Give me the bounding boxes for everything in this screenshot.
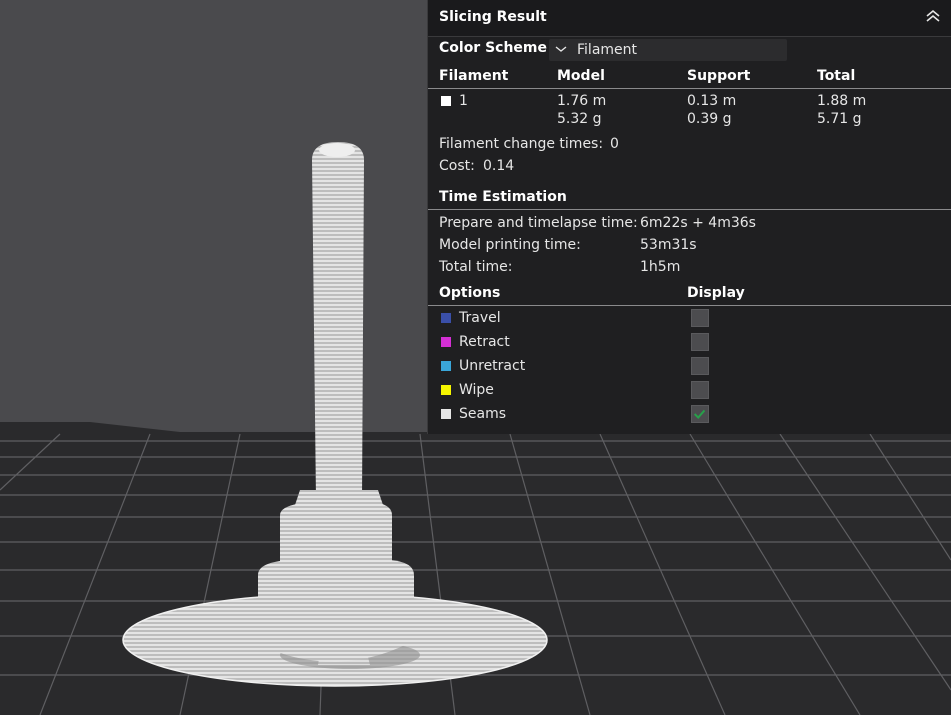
option-retract-label: Retract: [459, 334, 510, 350]
col-header-support: Support: [687, 68, 751, 84]
model-weight: 5.32 g: [557, 111, 602, 127]
total-weight: 5.71 g: [817, 111, 862, 127]
time-estimation-header: Time Estimation: [439, 189, 567, 205]
check-icon: [693, 409, 706, 419]
display-header: Display: [687, 285, 745, 301]
panel-header: Slicing Result: [428, 0, 951, 37]
support-weight: 0.39 g: [687, 111, 732, 127]
col-header-filament: Filament: [439, 68, 509, 84]
support-length: 0.13 m: [687, 93, 737, 109]
total-time-value: 1h5m: [640, 259, 681, 275]
prepare-time-value: 6m22s + 4m36s: [640, 215, 756, 231]
seams-checkbox[interactable]: [691, 405, 709, 423]
divider: [428, 209, 951, 210]
filament-change-label: Filament change times:: [439, 136, 604, 152]
col-header-total: Total: [817, 68, 856, 84]
option-wipe-label: Wipe: [459, 382, 494, 398]
option-seams-label: Seams: [459, 406, 507, 422]
model-length: 1.76 m: [557, 93, 607, 109]
model-time-value: 53m31s: [640, 237, 697, 253]
color-scheme-dropdown[interactable]: Filament: [549, 39, 787, 61]
cost-value: 0.14: [483, 158, 515, 174]
retract-swatch: [441, 337, 451, 347]
option-unretract-label: Unretract: [459, 358, 526, 374]
filament-change-value: 0: [610, 136, 619, 152]
divider: [428, 88, 951, 89]
wipe-swatch: [441, 385, 451, 395]
panel-title: Slicing Result: [439, 9, 547, 25]
filament-id: 1: [459, 93, 468, 109]
slicing-result-panel: Slicing Result Color Scheme Filament Fil…: [427, 0, 951, 434]
retract-checkbox[interactable]: [691, 333, 709, 351]
travel-checkbox[interactable]: [691, 309, 709, 327]
option-travel-label: Travel: [459, 310, 501, 326]
col-header-model: Model: [557, 68, 605, 84]
unretract-checkbox[interactable]: [691, 357, 709, 375]
unretract-swatch: [441, 361, 451, 371]
color-scheme-value: Filament: [577, 42, 638, 58]
total-time-label: Total time:: [439, 259, 513, 275]
filament-swatch: [441, 96, 451, 106]
collapse-icon[interactable]: [923, 6, 943, 26]
travel-swatch: [441, 313, 451, 323]
wipe-checkbox[interactable]: [691, 381, 709, 399]
seams-swatch: [441, 409, 451, 419]
chevron-down-icon: [555, 46, 567, 52]
cost-label: Cost:: [439, 158, 475, 174]
color-scheme-label: Color Scheme: [439, 40, 548, 56]
divider: [428, 305, 951, 306]
total-length: 1.88 m: [817, 93, 867, 109]
prepare-time-label: Prepare and timelapse time:: [439, 215, 638, 231]
model-time-label: Model printing time:: [439, 237, 581, 253]
options-header: Options: [439, 285, 501, 301]
